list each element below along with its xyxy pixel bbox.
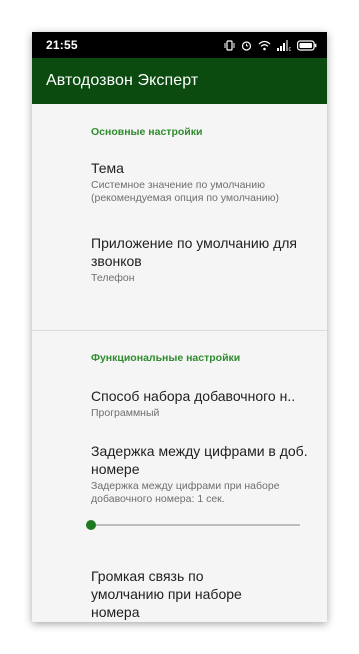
svg-text:G: G [289,47,292,51]
battery-icon [297,39,317,51]
pref-digit-delay-title: Задержка между цифрами в доб. номере [91,443,308,477]
pref-digit-delay-summary: Задержка между цифрами при наборе добаво… [91,480,280,505]
alarm-icon [241,40,252,51]
app-title: Автодозвон Эксперт [46,72,199,89]
digit-delay-slider-track[interactable] [91,524,300,526]
section-header-basic: Основные настройки [91,126,203,138]
pref-dial-method-summary: Программный [91,407,160,419]
pref-theme-summary: Системное значение по умолчанию (рекомен… [91,179,279,204]
signal-icon: G [277,39,292,51]
phone-screen: 21:55 G Автодозвон Эксперт Основные наст… [32,32,327,622]
pref-default-app-summary: Телефон [91,272,135,284]
section-header-functional: Функциональные настройки [91,352,241,364]
status-icons: G [224,37,317,53]
section-divider [32,330,327,331]
status-time: 21:55 [46,38,78,52]
app-bar: Автодозвон Эксперт [32,58,327,104]
pref-speaker-title: Громкая связь по умолчанию при наборе но… [91,568,242,620]
settings-list[interactable]: Основные настройки Тема Системное значен… [32,104,327,622]
pref-theme-title: Тема [91,160,124,176]
wifi-icon [258,40,271,51]
status-bar: 21:55 G [32,32,327,58]
pref-default-app-title: Приложение по умолчанию для звонков [91,235,298,269]
digit-delay-slider-thumb[interactable] [86,520,96,530]
pref-dial-method-title: Способ набора добавочного н.. [91,388,296,404]
vibrate-icon [224,39,235,51]
